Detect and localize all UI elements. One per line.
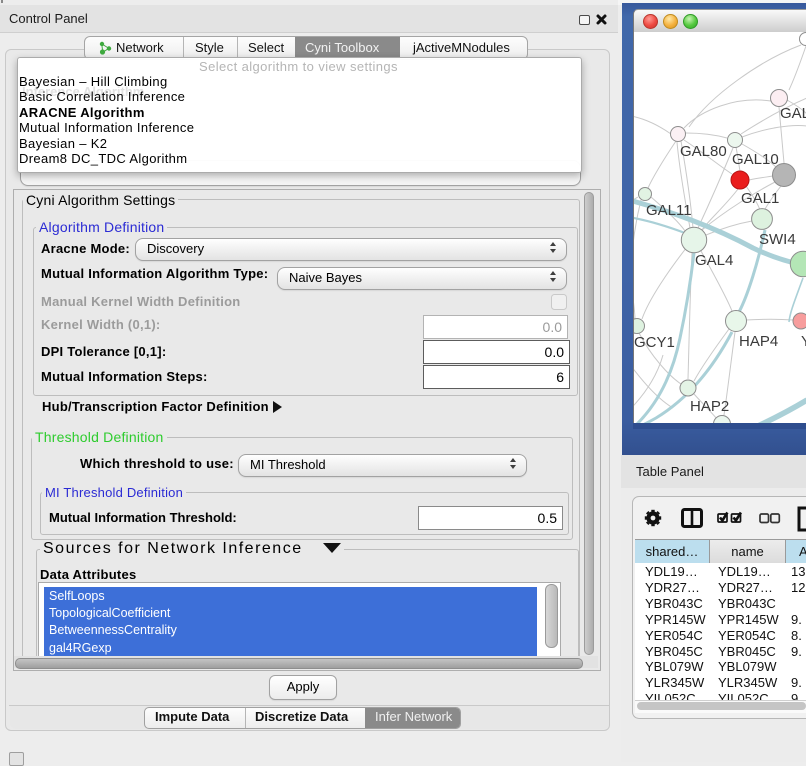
svg-text:GCY1: GCY1: [634, 334, 675, 351]
svg-text:SWI4: SWI4: [759, 231, 796, 248]
svg-text:GAL2: GAL2: [780, 105, 806, 122]
svg-text:GAL4: GAL4: [695, 252, 733, 269]
svg-text:GAL10: GAL10: [732, 151, 779, 168]
svg-text:GAL80: GAL80: [680, 143, 727, 160]
svg-text:HAP4: HAP4: [739, 333, 778, 350]
svg-text:GAL11: GAL11: [646, 202, 692, 219]
svg-text:GAL1: GAL1: [741, 190, 779, 207]
svg-text:YM: YM: [801, 333, 806, 350]
svg-text:HAP2: HAP2: [690, 398, 729, 415]
